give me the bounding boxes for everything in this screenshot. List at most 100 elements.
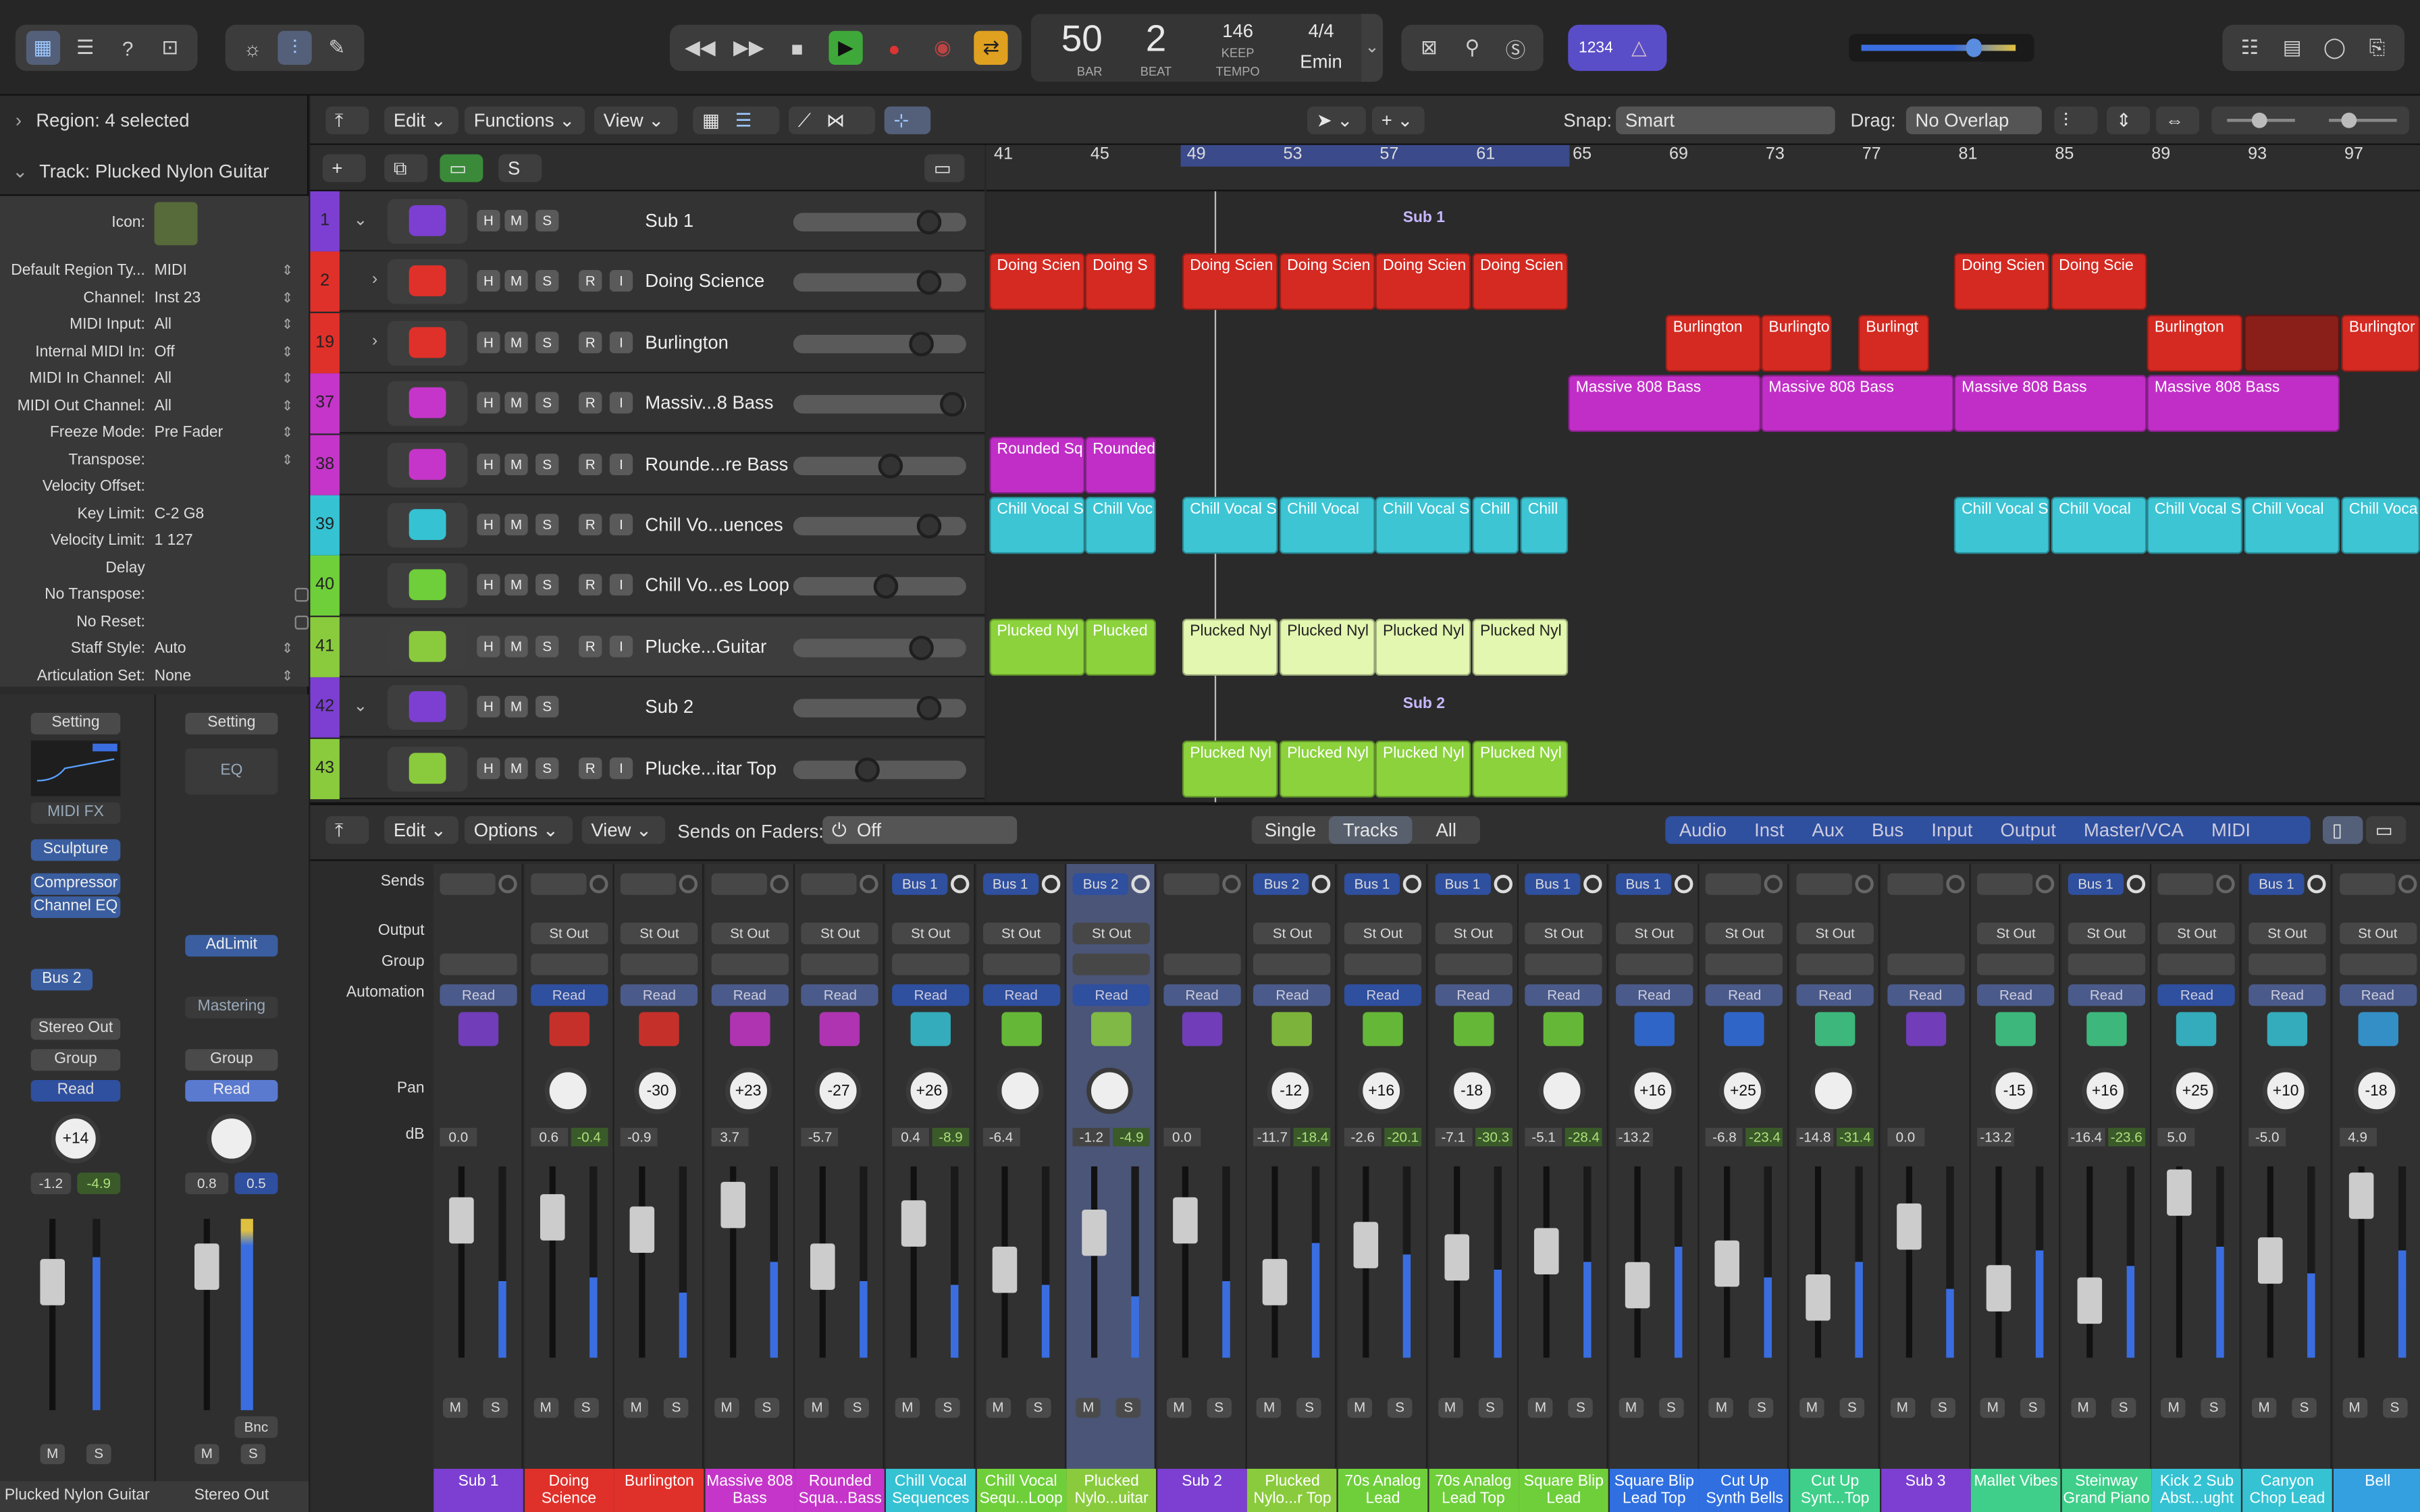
inspector-row[interactable]: Default Region Ty... MIDI ⇕: [0, 258, 309, 284]
grid-view-icon[interactable]: ▦: [702, 109, 720, 131]
pan-knob[interactable]: [1810, 1067, 1857, 1114]
mute-button[interactable]: M: [985, 1397, 1011, 1418]
list-editors-icon[interactable]: ☷: [2233, 31, 2267, 65]
slider-knob[interactable]: [878, 453, 903, 478]
send-level-knob[interactable]: [1041, 874, 1060, 894]
region[interactable]: Plucked: [1084, 618, 1156, 676]
automation-mode[interactable]: Read: [1615, 984, 1693, 1006]
lcd-dropdown-icon[interactable]: ⌄: [1361, 14, 1383, 82]
browsers-icon[interactable]: ⎘: [2360, 31, 2394, 65]
region[interactable]: Doing S: [1084, 253, 1156, 311]
count-in-button[interactable]: 1234: [1579, 31, 1613, 65]
group-slot[interactable]: [2339, 953, 2417, 975]
eq-slot[interactable]: EQ: [185, 748, 278, 795]
inspector-row[interactable]: No Reset:: [0, 609, 309, 635]
send-slot[interactable]: [1977, 873, 2033, 895]
group-slot[interactable]: [1434, 953, 1512, 975]
channel-name[interactable]: Massive 808 Bass: [705, 1468, 795, 1512]
group-slot[interactable]: [1344, 953, 1422, 975]
automation-mode[interactable]: Read: [30, 1079, 121, 1102]
group-slot[interactable]: [621, 953, 698, 975]
filter-input[interactable]: Input: [1918, 819, 1987, 841]
inspector-row[interactable]: Velocity Offset:: [0, 474, 309, 500]
automation-mode[interactable]: Read: [440, 984, 517, 1006]
track-icon[interactable]: [387, 381, 468, 427]
solo-button[interactable]: S: [1839, 1397, 1865, 1418]
mixer-catch-icon[interactable]: ⤒: [325, 816, 369, 844]
inspector-row[interactable]: MIDI Out Channel: All ⇕: [0, 393, 309, 419]
record-enable-button[interactable]: R: [579, 635, 602, 657]
inspector-row[interactable]: MIDI Input: All ⇕: [0, 312, 309, 338]
mute-button[interactable]: M: [1257, 1397, 1282, 1418]
region[interactable]: Chill Vocal S: [1182, 496, 1278, 554]
group-slot[interactable]: [801, 953, 879, 975]
checkbox[interactable]: [294, 614, 309, 629]
volume-fader[interactable]: [1987, 1265, 2011, 1312]
region[interactable]: Plucked Nyl: [1279, 740, 1375, 797]
stepper-icon[interactable]: ⇕: [282, 425, 293, 441]
solo-button[interactable]: S: [664, 1397, 689, 1418]
send-level-knob[interactable]: [589, 874, 608, 894]
region[interactable]: Rounded Sq: [989, 435, 1085, 493]
output-slot[interactable]: St Out: [1977, 922, 2055, 944]
hide-button[interactable]: H: [477, 757, 500, 779]
solo-button[interactable]: S: [535, 392, 559, 414]
region[interactable]: Plucked Nyl: [1472, 618, 1569, 676]
snap-dropdown[interactable]: Smart: [1616, 106, 1835, 134]
hide-button[interactable]: H: [477, 574, 500, 597]
record-enable-button[interactable]: R: [579, 514, 602, 536]
solo-button[interactable]: S: [2020, 1397, 2045, 1418]
volume-fader[interactable]: [1715, 1240, 1740, 1287]
pan-knob[interactable]: [544, 1067, 591, 1114]
input-monitor-button[interactable]: I: [609, 574, 633, 597]
output-slot[interactable]: St Out: [1344, 922, 1422, 944]
mute-button[interactable]: M: [2342, 1397, 2367, 1418]
send-level-knob[interactable]: [2398, 874, 2417, 894]
inspector-row[interactable]: Channel: Inst 23 ⇕: [0, 285, 309, 311]
slider-knob[interactable]: [916, 270, 942, 296]
stepper-icon[interactable]: ⇕: [282, 398, 293, 414]
track-name[interactable]: Chill Vo...uences: [645, 514, 783, 535]
record-enable-button[interactable]: R: [579, 453, 602, 475]
volume-fader[interactable]: [901, 1200, 926, 1247]
slider-knob[interactable]: [916, 209, 942, 235]
solo-button[interactable]: S: [1115, 1397, 1141, 1418]
instrument-slot[interactable]: Sculpture: [30, 839, 121, 861]
group-slot-2[interactable]: Group: [185, 1049, 278, 1071]
region[interactable]: Plucked Nyl: [1375, 618, 1471, 676]
mute-button[interactable]: M: [504, 270, 528, 292]
hide-button[interactable]: H: [477, 331, 500, 353]
track-section-header[interactable]: ⌄ Track: Plucked Nylon Guitar: [0, 155, 309, 188]
track-volume-slider[interactable]: [793, 209, 966, 235]
track-alternatives-icon[interactable]: ▭: [924, 154, 965, 182]
solo-mode-button[interactable]: S: [498, 154, 542, 182]
solo-button[interactable]: S: [2382, 1397, 2407, 1418]
bounce-button[interactable]: Bnc: [234, 1416, 278, 1438]
track-name[interactable]: Sub 1: [645, 210, 693, 232]
volume-fader[interactable]: [2348, 1172, 2373, 1219]
output-slot[interactable]: St Out: [621, 922, 698, 944]
send-slot[interactable]: [440, 873, 496, 895]
channel-name[interactable]: Sub 3: [1880, 1468, 1970, 1512]
filter-inst[interactable]: Inst: [1741, 819, 1798, 841]
tuner-icon[interactable]: ⚲: [1455, 31, 1489, 65]
send-slot[interactable]: [2339, 873, 2395, 895]
automation-mode[interactable]: Read: [1887, 984, 1964, 1006]
channel-name[interactable]: Sub 1: [433, 1468, 523, 1512]
send-level-knob[interactable]: [1764, 874, 1783, 894]
region[interactable]: Chill Voc: [1084, 496, 1156, 554]
solo-button[interactable]: S: [86, 1444, 111, 1465]
send-slot[interactable]: Bus 1: [2248, 873, 2305, 895]
send-slot[interactable]: Bus 1: [1434, 873, 1491, 895]
stepper-icon[interactable]: ⇕: [282, 344, 293, 360]
region[interactable]: Massive 808 Bass: [1953, 375, 2147, 433]
group-slot[interactable]: [1887, 953, 1964, 975]
mute-button[interactable]: M: [1890, 1397, 1915, 1418]
send-level-knob[interactable]: [1402, 874, 1422, 894]
inspector-row[interactable]: Key Limit: C-2 G8: [0, 501, 309, 527]
solo-button[interactable]: S: [535, 635, 559, 657]
slider-knob[interactable]: [916, 696, 942, 721]
group-slot[interactable]: [892, 953, 970, 975]
volume-fader[interactable]: [629, 1206, 655, 1253]
region[interactable]: Doing Scien: [1375, 253, 1471, 311]
